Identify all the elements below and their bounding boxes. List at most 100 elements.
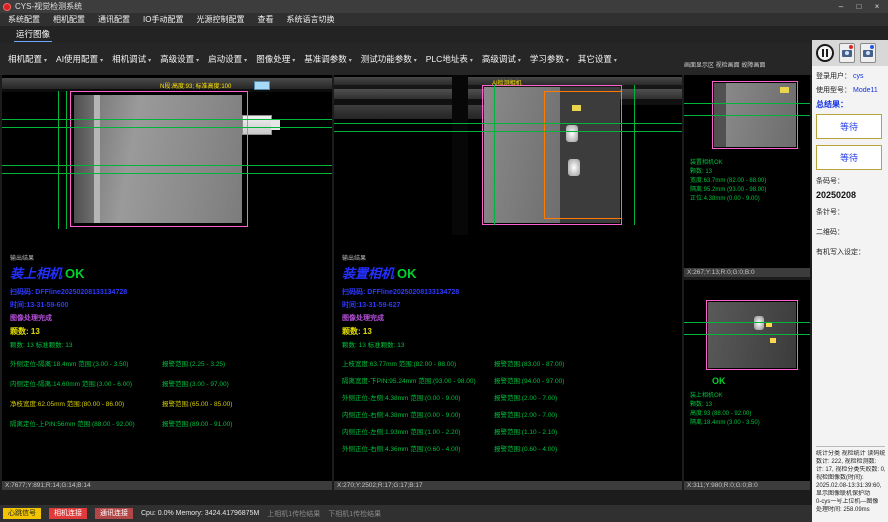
menu-item[interactable]: 通讯配置 <box>98 14 130 25</box>
barcode-line: 扫码码: DFFline20250208133134728 <box>342 287 678 297</box>
model-value[interactable]: Mode11 <box>853 87 878 94</box>
alarm-range: 报警范围:(1.10 - 2.10) <box>494 426 557 436</box>
measurement-value: 外侧正位-右侧:4.36mm 范围:(0.60 - 4.00) <box>342 443 494 453</box>
maximize-button[interactable]: □ <box>851 2 867 11</box>
roi-box <box>70 91 248 227</box>
barcode-line: 扫码码: DFFline20250208133134728 <box>10 287 328 297</box>
alarm-range: 报警范围:(2.00 - 7.00) <box>494 409 557 419</box>
measurement-row: 隔离宽度-下PIN:95.24mm 范围:(93.00 - 98.00) 报警范… <box>342 375 678 385</box>
measurement-value: 隔离宽度-下PIN:95.24mm 范围:(93.00 - 98.00) <box>342 375 494 385</box>
overlay-text-line: 颗数: 13 <box>690 168 766 177</box>
close-button[interactable]: × <box>869 2 885 11</box>
qr-label: 二维码： <box>816 227 884 237</box>
status-camera-badge: 相机连接 <box>49 508 87 519</box>
menu-item[interactable]: 光源控制配置 <box>196 14 244 25</box>
toolbar-item[interactable]: AI使用配置 <box>56 53 103 65</box>
toolbar-item[interactable]: 图像处理 <box>256 53 295 65</box>
measurement-row: 外侧正位-左侧:4.38mm 范围:(0.00 - 9.00) 报警范围:(2.… <box>342 392 678 402</box>
stats-line: 统计分类 视检统计 读码统计 <box>816 450 885 458</box>
code-label: 条码号： <box>816 176 844 186</box>
cam-result-ok: OK <box>397 266 417 281</box>
toolbar-item[interactable]: 高级设置 <box>160 53 199 65</box>
toolbar-item[interactable]: 基准调参数 <box>304 53 352 65</box>
control-button-strip <box>812 40 888 66</box>
menu-item[interactable]: 查看 <box>257 14 273 25</box>
toolbar-item[interactable]: 相机调试 <box>112 53 151 65</box>
stats-line: 2025.02.08-13:31:39:60, <box>816 482 885 490</box>
coordinate-readout: X:270;Y:2502;R:17;G:17;B:17 <box>334 481 682 490</box>
camera-capture-button-2[interactable] <box>860 43 876 63</box>
tab-run-image[interactable]: 运行图像 <box>14 27 52 42</box>
window-title: CYS-视觉检测系统 <box>15 1 82 12</box>
measurement-value: 隔离定位-上PIN:56mm 范围:(88.00 - 92.00) <box>10 418 162 428</box>
stats-block: 统计分类 视检统计 读码统计数计: 222, 视检检测数:计: 17, 视检分类… <box>816 446 885 514</box>
measurement-value: 内侧正位-右侧:4.38mm 范围:(0.00 - 9.00) <box>342 409 494 419</box>
alarm-range: 报警范围:(3.00 - 97.00) <box>162 378 229 388</box>
pause-icon <box>822 49 824 57</box>
overlay-text-line: 隔离:18.4mm (3.00 - 3.50) <box>690 419 760 428</box>
result-box: 等待 <box>816 145 882 170</box>
output-label: 输出结果 <box>342 253 678 262</box>
stats-line: 0-cys一号上位机—图像 <box>816 498 885 506</box>
total-result-label: 总结果： <box>816 99 884 110</box>
toolbar-item[interactable]: 启动设置 <box>208 53 247 65</box>
record-dot-icon <box>849 45 853 49</box>
time-line: 时间:13-31-59-600 <box>10 300 328 310</box>
result-box: 等待 <box>816 114 882 139</box>
small-panel-header: 画面显示区 视检画面 故障画面 <box>684 60 812 73</box>
status-line: 图像处理完成 <box>10 313 328 323</box>
cpu-memory-text: Cpu: 0.0% Memory: 3424.41796875M <box>141 510 259 517</box>
overlay-text-line: 装置相机OK <box>690 159 766 168</box>
toolbar-item[interactable]: 高级调试 <box>482 53 521 65</box>
menu-item[interactable]: 相机配置 <box>53 14 85 25</box>
alarm-range: 报警范围:(83.00 - 87.00) <box>494 358 564 368</box>
menu-item[interactable]: IO手动配置 <box>143 14 183 25</box>
output-label: 输出结果 <box>10 253 328 262</box>
pause-button[interactable] <box>816 44 834 62</box>
app-logo-icon <box>3 3 11 11</box>
stats-line: 计: 17, 视检分类失败数: 0, <box>816 466 885 474</box>
measurement-value: 上枝宽度:63.77mm 范围:(82.00 - 88.00) <box>342 358 494 368</box>
count-detail: 颗数: 13 标准颗数: 13 <box>10 339 328 349</box>
toolbar-item[interactable]: PLC地址表 <box>426 53 473 65</box>
measurement-value: 外侧定位-隔离:18.4mm 范围:(3.00 - 3.50) <box>10 358 162 368</box>
menu-item[interactable]: 系统语言切换 <box>286 14 334 25</box>
alarm-range: 报警范围:(0.60 - 4.00) <box>494 443 557 453</box>
coordinate-readout: X:267;Y:13;R:0;G:0;B:0 <box>684 268 810 277</box>
stats-line: 数计: 222, 视检检测数: <box>816 458 885 466</box>
alarm-range: 报警范围:(94.00 - 97.00) <box>494 375 564 385</box>
titlebar: CYS-视觉检测系统 – □ × <box>0 0 888 13</box>
overlay-text-line: 颗数: 13 <box>690 401 760 410</box>
menubar: 系统配置 相机配置 通讯配置 IO手动配置 光源控制配置 查看 系统语言切换 <box>0 13 888 26</box>
minimize-button[interactable]: – <box>833 2 849 11</box>
status-heartbeat-badge: 心跳信号 <box>3 508 41 519</box>
camera-view-left[interactable]: N段:高度:93; 标准高度:100 输出结果 装上相机OK 扫码码: DFFl… <box>2 75 332 490</box>
cam-result-title: 装上相机 <box>10 266 62 281</box>
toolbar-item[interactable]: 其它设置 <box>578 53 617 65</box>
time-line: 时间:13-31-59-627 <box>342 300 678 310</box>
toolbar-item[interactable]: 测试功能参数 <box>361 53 417 65</box>
tab-strip: 运行图像 <box>0 26 888 43</box>
alarm-range: 报警范围:(65.00 - 85.00) <box>162 398 232 408</box>
toolbar-item[interactable]: 相机配置 <box>8 53 47 65</box>
status-comm-badge: 通讯连接 <box>95 508 133 519</box>
camera-capture-button-1[interactable] <box>839 43 855 63</box>
small-camera-view-2[interactable]: OK 装上相机OK颗数: 13高度:93 (88.00 - 92.00)隔离:1… <box>684 280 810 490</box>
measurement-row: 外侧定位-隔离:18.4mm 范围:(3.00 - 3.50) 报警范围:(2.… <box>10 358 328 368</box>
toolbar-item[interactable]: 学习参数 <box>530 53 569 65</box>
marker-chip <box>254 81 270 90</box>
small-camera-view-1[interactable]: 装置相机OK颗数: 13宽度:63.7mm (82.00 - 88.00)隔离:… <box>684 75 810 277</box>
overlay-label: N段:高度:93; 标准高度:100 <box>160 81 231 90</box>
measurement-value: 净枝宽度:62.05mm 范围:(80.00 - 86.00) <box>10 398 162 408</box>
overlay-text-line: 装上相机OK <box>690 392 760 401</box>
menu-item[interactable]: 系统配置 <box>8 14 40 25</box>
login-user-label: 登录用户： <box>816 71 851 81</box>
measurement-row: 净枝宽度:62.05mm 范围:(80.00 - 86.00) 报警范围:(65… <box>10 398 328 408</box>
overlay-label: AI检测相机 <box>492 78 522 87</box>
measurement-list: 外侧定位-隔离:18.4mm 范围:(3.00 - 3.50) 报警范围:(2.… <box>10 358 328 428</box>
camera-view-right[interactable]: AI检测相机 输出结果 装置相机OK 扫码码: DFFline202502081… <box>334 75 682 490</box>
measurement-row: 外侧正位-右侧:4.36mm 范围:(0.60 - 4.00) 报警范围:(0.… <box>342 443 678 453</box>
alarm-range: 报警范围:(89.00 - 91.00) <box>162 418 232 428</box>
write-setting-label: 有机写入设定： <box>816 247 884 257</box>
result-ok-text: OK <box>712 376 726 386</box>
